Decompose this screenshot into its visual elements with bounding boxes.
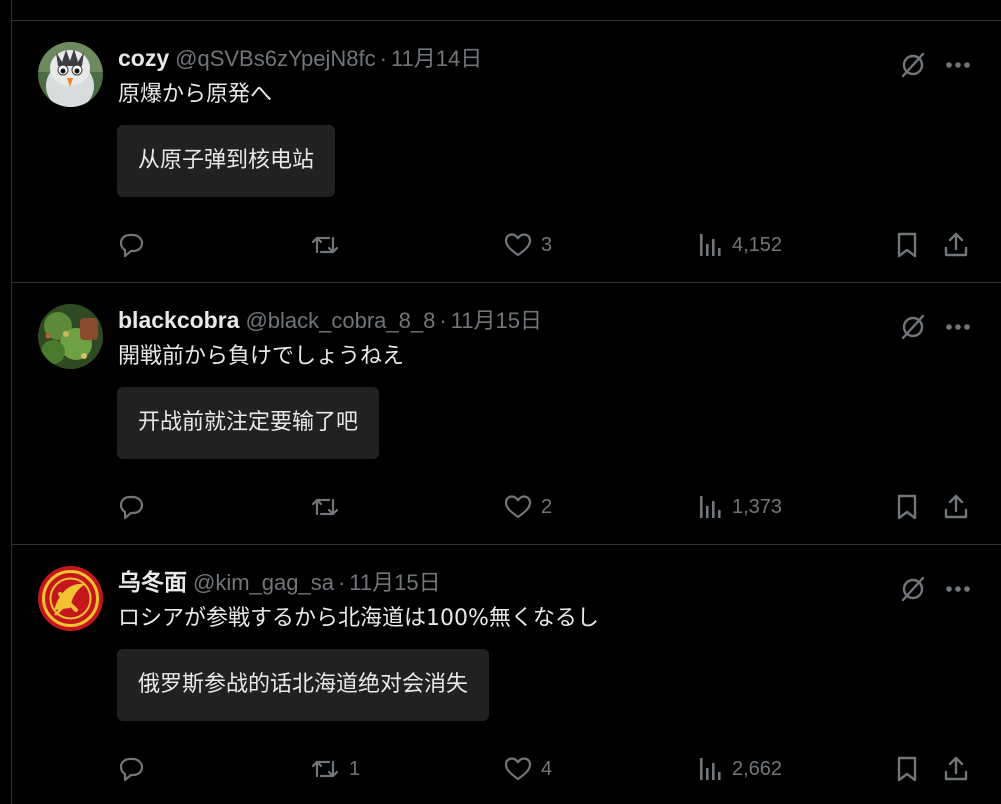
repost-button[interactable]: [309, 487, 349, 527]
views-button[interactable]: 2,662: [698, 749, 782, 789]
speech-bubble-icon: [116, 492, 146, 522]
separator-dot: ·: [337, 570, 346, 595]
bookmark-button[interactable]: [894, 487, 920, 527]
grok-icon[interactable]: [896, 572, 930, 606]
like-count: 4: [541, 757, 553, 780]
share-button[interactable]: [941, 487, 971, 527]
like-button[interactable]: 3: [503, 225, 552, 265]
user-handle[interactable]: @qSVBs6zYpejN8fc: [175, 46, 375, 71]
bookmark-button[interactable]: [894, 225, 920, 265]
post-text: ロシアが参戦するから北海道は100%無くなるし: [118, 606, 599, 631]
share-upload-icon: [941, 230, 971, 260]
more-dots-icon[interactable]: [941, 48, 975, 82]
like-count: 3: [541, 233, 553, 256]
user-handle[interactable]: @kim_gag_sa: [193, 570, 334, 595]
views-button[interactable]: 1,373: [698, 487, 782, 527]
repost-arrows-icon: [309, 492, 341, 522]
post-date[interactable]: 11月14日: [391, 46, 482, 71]
repost-count: 1: [349, 757, 361, 780]
reply-button[interactable]: [116, 749, 154, 789]
display-name[interactable]: cozy: [118, 45, 169, 71]
repost-arrows-icon: [309, 230, 341, 260]
post-text: 開戦前から負けでしょうねえ: [118, 344, 405, 369]
reply-post[interactable]: cozy @qSVBs6zYpejN8fc · 11月14日 原爆から原発へ 从原子弹…: [12, 21, 1001, 283]
avatar[interactable]: [38, 566, 103, 631]
post-text: 原爆から原発へ: [118, 82, 273, 107]
bookmark-icon: [894, 230, 920, 260]
post-header: blackcobra @black_cobra_8_8 · 11月15日: [118, 305, 542, 335]
heart-icon: [503, 754, 533, 784]
action-bar: 2 1,373: [12, 487, 1001, 527]
heart-icon: [503, 230, 533, 260]
post-date[interactable]: 11月15日: [349, 570, 440, 595]
grok-icon[interactable]: [896, 310, 930, 344]
separator-dot: ·: [439, 308, 447, 333]
user-handle[interactable]: @black_cobra_8_8: [245, 308, 435, 333]
view-count: 1,373: [732, 495, 783, 518]
reply-button[interactable]: [116, 487, 154, 527]
action-bar: 3 4,152: [12, 225, 1001, 265]
avatar[interactable]: [38, 42, 103, 107]
share-button[interactable]: [941, 749, 971, 789]
post-header: cozy @qSVBs6zYpejN8fc · 11月14日: [118, 43, 482, 73]
view-count: 4,152: [732, 233, 783, 256]
translation-box: 从原子弹到核电站: [117, 125, 336, 197]
like-button[interactable]: 4: [503, 749, 552, 789]
grok-icon[interactable]: [896, 48, 930, 82]
repost-button[interactable]: [309, 225, 349, 265]
bookmark-icon: [894, 492, 920, 522]
heart-icon: [503, 492, 533, 522]
avatar[interactable]: [38, 304, 103, 369]
share-upload-icon: [941, 492, 971, 522]
more-dots-icon[interactable]: [941, 572, 975, 606]
like-count: 2: [541, 495, 553, 518]
repost-button[interactable]: 1: [309, 749, 360, 789]
views-button[interactable]: 4,152: [698, 225, 782, 265]
view-count: 2,662: [732, 757, 783, 780]
action-bar: 1 4 2,662: [12, 749, 1001, 789]
bar-chart-icon: [698, 492, 724, 522]
reply-post[interactable]: 乌冬面 @kim_gag_sa · 11月15日 ロシアが参戦するから北海道は100%…: [12, 545, 1001, 804]
share-button[interactable]: [941, 225, 971, 265]
like-button[interactable]: 2: [503, 487, 552, 527]
repost-arrows-icon: [309, 754, 341, 784]
separator-dot: ·: [379, 46, 387, 71]
bar-chart-icon: [698, 754, 724, 784]
speech-bubble-icon: [116, 754, 146, 784]
bookmark-icon: [894, 754, 920, 784]
reply-post[interactable]: blackcobra @black_cobra_8_8 · 11月15日 開戦前から負…: [12, 283, 1001, 545]
more-dots-icon[interactable]: [941, 310, 975, 344]
post-date[interactable]: 11月15日: [451, 308, 542, 333]
display-name[interactable]: 乌冬面: [118, 569, 187, 595]
display-name[interactable]: blackcobra: [118, 307, 239, 333]
bookmark-button[interactable]: [894, 749, 920, 789]
speech-bubble-icon: [116, 230, 146, 260]
reply-button[interactable]: [116, 225, 154, 265]
bar-chart-icon: [698, 230, 724, 260]
translation-box: 俄罗斯参战的话北海道绝对会消失: [117, 649, 490, 721]
post-header: 乌冬面 @kim_gag_sa · 11月15日: [118, 567, 441, 597]
translation-box: 开战前就注定要输了吧: [117, 387, 380, 459]
share-upload-icon: [941, 754, 971, 784]
